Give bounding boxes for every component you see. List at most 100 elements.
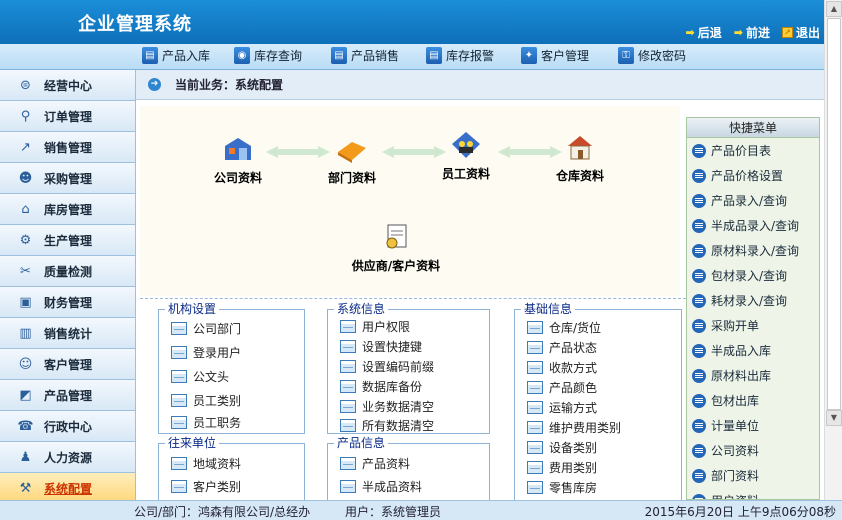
org-link[interactable]: 登录用户: [171, 344, 241, 361]
toolbar-stock-alarm[interactable]: ▤ 库存报警: [426, 47, 494, 64]
system-link[interactable]: 设置快捷键: [340, 338, 422, 355]
base-link[interactable]: 产品状态: [527, 339, 597, 356]
quick-menu-item[interactable]: 产品价格设置: [687, 163, 819, 188]
sidebar-item-warehouse[interactable]: ⌂ 库房管理: [0, 194, 135, 225]
toolbar-product-inbound[interactable]: ▤ 产品入库: [142, 47, 210, 64]
group-title: 往来单位: [165, 436, 220, 450]
sidebar-item-quality[interactable]: ✂ 质量检测: [0, 256, 135, 287]
sidebar-item-products[interactable]: ◩ 产品管理: [0, 380, 135, 411]
quick-label: 半成品录入/查询: [711, 219, 800, 233]
link-label: 维护费用类别: [549, 421, 622, 435]
quick-menu-item[interactable]: 用户资料: [687, 488, 819, 499]
sidebar-item-admin[interactable]: ☎ 行政中心: [0, 411, 135, 442]
supplier-node[interactable]: 供应商/客户资料: [336, 222, 456, 274]
system-link[interactable]: 业务数据清空: [340, 398, 434, 415]
sidebar-item-purchase[interactable]: ☻ 采购管理: [0, 163, 135, 194]
sidebar-item-orders[interactable]: ⚲ 订单管理: [0, 101, 135, 132]
base-link[interactable]: 维护费用类别: [527, 419, 621, 436]
quick-menu-item[interactable]: 包材出库: [687, 388, 819, 413]
window-icon: [340, 320, 356, 333]
sidebar-item-production[interactable]: ⚙ 生产管理: [0, 225, 135, 256]
sidebar-label: 产品管理: [44, 388, 93, 403]
link-label: 业务数据清空: [362, 400, 435, 414]
quick-menu-item[interactable]: 原材料录入/查询: [687, 238, 819, 263]
sidebar-item-customers[interactable]: ☺ 客户管理: [0, 349, 135, 380]
quick-menu-item[interactable]: 公司资料: [687, 438, 819, 463]
sidebar-label: 库房管理: [44, 202, 93, 217]
quick-menu-item[interactable]: 产品录入/查询: [687, 188, 819, 213]
toolbar-change-password[interactable]: ⚿ 修改密码: [618, 47, 686, 64]
product-chart-icon: ◩: [19, 387, 32, 403]
base-link[interactable]: 设备类别: [527, 439, 597, 456]
quick-menu-item[interactable]: 包材录入/查询: [687, 263, 819, 288]
base-link[interactable]: 收款方式: [527, 359, 597, 376]
toolbar-label: 库存报警: [446, 49, 495, 63]
window-icon: [340, 480, 356, 493]
quick-menu-item[interactable]: 半成品录入/查询: [687, 213, 819, 238]
system-link[interactable]: 数据库备份: [340, 378, 422, 395]
link-label: 设备类别: [549, 441, 598, 455]
org-link[interactable]: 公司部门: [171, 320, 241, 337]
list-icon: [692, 293, 706, 308]
contact-link[interactable]: 客户类别: [171, 478, 241, 495]
quick-menu-item[interactable]: 计量单位: [687, 413, 819, 438]
toolbar-stock-query[interactable]: ◉ 库存查询: [234, 47, 302, 64]
base-link[interactable]: 产品颜色: [527, 379, 597, 396]
quick-menu-item[interactable]: 采购开单: [687, 313, 819, 338]
window-icon: [527, 381, 543, 394]
system-link[interactable]: 所有数据清空: [340, 417, 434, 434]
link-label: 费用类别: [549, 461, 598, 475]
quick-menu-item[interactable]: 耗材录入/查询: [687, 288, 819, 313]
group-title: 产品信息: [334, 436, 389, 450]
sidebar-item-finance[interactable]: ▣ 财务管理: [0, 287, 135, 318]
vertical-scrollbar[interactable]: ▲ ▼: [824, 0, 842, 500]
sidebar-label: 质量检测: [44, 264, 93, 279]
product-link[interactable]: 产品资料: [340, 455, 410, 472]
quick-menu-item[interactable]: 原材料出库: [687, 363, 819, 388]
back-label: 后退: [697, 26, 722, 40]
company-node[interactable]: 公司资料: [206, 134, 270, 186]
scroll-thumb[interactable]: [827, 18, 841, 410]
base-link[interactable]: 费用类别: [527, 459, 597, 476]
product-link[interactable]: 半成品资料: [340, 478, 422, 495]
sidebar-item-sales-stats[interactable]: ▥ 销售统计: [0, 318, 135, 349]
hr-people-icon: ♟: [19, 449, 32, 465]
base-link[interactable]: 零售库房: [527, 479, 597, 496]
forward-button[interactable]: ➡ 前进: [734, 24, 770, 41]
list-icon: [692, 468, 706, 483]
base-link[interactable]: 仓库/货位: [527, 319, 601, 336]
org-link[interactable]: 公文头: [171, 368, 229, 385]
list-icon: [692, 368, 706, 383]
system-link[interactable]: 用户权限: [340, 318, 410, 335]
sidebar-item-hr[interactable]: ♟ 人力资源: [0, 442, 135, 473]
window-icon: [340, 400, 356, 413]
forward-label: 前进: [745, 26, 770, 40]
sidebar-item-sales[interactable]: ↗ 销售管理: [0, 132, 135, 163]
quick-menu-item[interactable]: 部门资料: [687, 463, 819, 488]
quick-menu-item[interactable]: 产品价目表: [687, 138, 819, 163]
department-node[interactable]: 部门资料: [312, 134, 392, 186]
window-icon: [527, 481, 543, 494]
contact-link[interactable]: 地域资料: [171, 455, 241, 472]
link-label: 运输方式: [549, 401, 598, 415]
org-link[interactable]: 员工类别: [171, 392, 241, 409]
scroll-up-icon[interactable]: ▲: [826, 1, 842, 17]
window-icon: [171, 416, 187, 429]
sidebar-item-business[interactable]: ⊜ 经营中心: [0, 70, 135, 101]
employee-node[interactable]: 员工资料: [426, 130, 506, 182]
link-label: 收款方式: [549, 361, 598, 375]
base-link[interactable]: 运输方式: [527, 399, 597, 416]
org-link[interactable]: 员工职务: [171, 414, 241, 431]
warehouse-node[interactable]: 仓库资料: [540, 132, 620, 184]
link-label: 地域资料: [193, 457, 242, 471]
quick-menu-item[interactable]: 半成品入库: [687, 338, 819, 363]
exit-button[interactable]: ↗ 退出: [781, 24, 820, 41]
toolbar-product-sales[interactable]: ▤ 产品销售: [331, 47, 399, 64]
quick-label: 原材料出库: [711, 369, 772, 383]
back-button[interactable]: ➡ 后退: [686, 24, 722, 41]
system-link[interactable]: 设置编码前缀: [340, 358, 434, 375]
toolbar-customer[interactable]: ✦ 客户管理: [521, 47, 589, 64]
scroll-down-icon[interactable]: ▼: [826, 410, 842, 426]
admin-phone-icon: ☎: [17, 418, 34, 434]
toolbar-label: 库存查询: [254, 49, 303, 63]
